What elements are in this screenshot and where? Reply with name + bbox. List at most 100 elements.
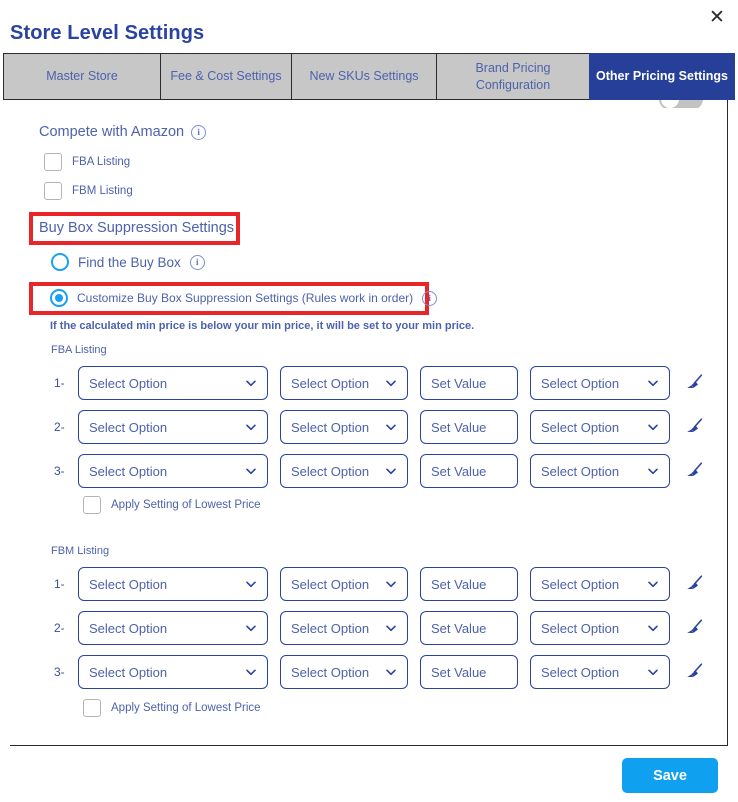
- rule-action-select[interactable]: Select Option: [530, 655, 670, 689]
- broom-icon[interactable]: [680, 614, 708, 642]
- rule-value-input[interactable]: Set Value: [420, 655, 518, 689]
- radio-row-customize-suppression[interactable]: Customize Buy Box Suppression Settings (…: [50, 289, 438, 307]
- rule-value-placeholder: Set Value: [431, 664, 487, 680]
- tab-fee-cost-settings[interactable]: Fee & Cost Settings: [160, 53, 291, 100]
- rule-condition-value: Select Option: [89, 664, 168, 680]
- chevron-down-icon: [385, 465, 397, 477]
- rule-condition-select[interactable]: Select Option: [78, 611, 268, 645]
- checkbox-apply-setting-of-lowest-price-label: Apply Setting of Lowest Price: [111, 702, 261, 714]
- rule-value-input[interactable]: Set Value: [420, 454, 518, 488]
- store-level-settings-modal: ✕ Store Level Settings Master Store Fee …: [0, 0, 738, 802]
- checkbox-apply-setting-of-lowest-price[interactable]: [83, 699, 101, 717]
- broom-icon[interactable]: [680, 457, 708, 485]
- apply-lowest-price-row-fba[interactable]: Apply Setting of Lowest Price: [83, 496, 261, 514]
- rule-condition-select[interactable]: Select Option: [78, 567, 268, 601]
- checkbox-apply-setting-of-lowest-price[interactable]: [83, 496, 101, 514]
- checkbox-fba-listing[interactable]: [44, 153, 62, 171]
- rule-operator-select[interactable]: Select Option: [280, 567, 408, 601]
- rule-operator-select[interactable]: Select Option: [280, 655, 408, 689]
- chevron-down-icon: [647, 622, 659, 634]
- toggle-knob: [661, 100, 679, 108]
- rule-action-value: Select Option: [541, 620, 620, 636]
- rule-operator-value: Select Option: [291, 419, 370, 435]
- chevron-down-icon: [245, 377, 257, 389]
- chevron-down-icon: [385, 578, 397, 590]
- rule-index: 1-: [54, 376, 65, 390]
- rule-condition-select[interactable]: Select Option: [78, 655, 268, 689]
- rule-index: 3-: [54, 464, 65, 478]
- compete-fbm-checkbox-row[interactable]: FBM Listing: [44, 182, 133, 200]
- chevron-down-icon: [647, 377, 659, 389]
- rule-condition-value: Select Option: [89, 419, 168, 435]
- rule-row: 3- Select Option Select Option Set Value…: [54, 454, 708, 488]
- rule-index: 3-: [54, 665, 65, 679]
- radio-find-the-buy-box[interactable]: [51, 253, 69, 271]
- broom-icon[interactable]: [680, 413, 708, 441]
- rule-index: 2-: [54, 621, 65, 635]
- broom-icon[interactable]: [680, 658, 708, 686]
- rule-value-placeholder: Set Value: [431, 576, 487, 592]
- min-price-hint: If the calculated min price is below you…: [50, 320, 475, 332]
- chevron-down-icon: [647, 578, 659, 590]
- compete-with-amazon-label: Compete with Amazon: [39, 124, 185, 140]
- rule-operator-select[interactable]: Select Option: [280, 366, 408, 400]
- rule-condition-select[interactable]: Select Option: [78, 366, 268, 400]
- rule-value-input[interactable]: Set Value: [420, 611, 518, 645]
- chevron-down-icon: [245, 622, 257, 634]
- rule-operator-value: Select Option: [291, 463, 370, 479]
- rule-row: 2- Select Option Select Option Set Value…: [54, 611, 708, 645]
- rule-action-value: Select Option: [541, 664, 620, 680]
- rule-value-placeholder: Set Value: [431, 375, 487, 391]
- rule-row: 3- Select Option Select Option Set Value…: [54, 655, 708, 689]
- rule-action-select[interactable]: Select Option: [530, 410, 670, 444]
- info-icon[interactable]: i: [191, 124, 207, 140]
- radio-row-find-buy-box[interactable]: Find the Buy Box i: [51, 253, 205, 271]
- rule-condition-select[interactable]: Select Option: [78, 454, 268, 488]
- rule-value-placeholder: Set Value: [431, 620, 487, 636]
- chevron-down-icon: [647, 666, 659, 678]
- save-button[interactable]: Save: [622, 758, 718, 793]
- chevron-down-icon: [245, 421, 257, 433]
- rule-action-select[interactable]: Select Option: [530, 454, 670, 488]
- rule-action-value: Select Option: [541, 463, 620, 479]
- chevron-down-icon: [245, 578, 257, 590]
- chevron-down-icon: [245, 666, 257, 678]
- broom-icon[interactable]: [680, 570, 708, 598]
- broom-icon[interactable]: [680, 369, 708, 397]
- rule-operator-value: Select Option: [291, 375, 370, 391]
- apply-lowest-price-row-fbm[interactable]: Apply Setting of Lowest Price: [83, 699, 261, 717]
- rule-row: 1- Select Option Select Option Set Value…: [54, 567, 708, 601]
- rule-action-value: Select Option: [541, 576, 620, 592]
- rule-action-select[interactable]: Select Option: [530, 567, 670, 601]
- rule-operator-select[interactable]: Select Option: [280, 454, 408, 488]
- close-icon[interactable]: ✕: [704, 4, 730, 30]
- tab-new-skus-settings[interactable]: New SKUs Settings: [291, 53, 436, 100]
- rule-value-placeholder: Set Value: [431, 463, 487, 479]
- chevron-down-icon: [245, 465, 257, 477]
- checkbox-fba-listing-label: FBA Listing: [72, 156, 131, 168]
- checkbox-fbm-listing[interactable]: [44, 182, 62, 200]
- rule-action-select[interactable]: Select Option: [530, 611, 670, 645]
- rule-value-input[interactable]: Set Value: [420, 366, 518, 400]
- rule-operator-select[interactable]: Select Option: [280, 611, 408, 645]
- info-icon[interactable]: i: [189, 254, 205, 270]
- rule-operator-select[interactable]: Select Option: [280, 410, 408, 444]
- radio-customize-buy-box-suppression[interactable]: [50, 289, 68, 307]
- rule-row: 2- Select Option Select Option Set Value…: [54, 410, 708, 444]
- rule-operator-value: Select Option: [291, 576, 370, 592]
- checkbox-fbm-listing-label: FBM Listing: [72, 185, 133, 197]
- buy-box-suppression-heading: Buy Box Suppression Settings: [39, 220, 235, 236]
- radio-find-the-buy-box-label: Find the Buy Box: [78, 254, 181, 270]
- rule-action-select[interactable]: Select Option: [530, 366, 670, 400]
- tab-brand-pricing-configuration[interactable]: Brand Pricing Configuration: [436, 53, 589, 100]
- tab-master-store[interactable]: Master Store: [3, 53, 160, 100]
- tab-other-pricing-settings[interactable]: Other Pricing Settings: [589, 53, 735, 100]
- compete-fba-checkbox-row[interactable]: FBA Listing: [44, 153, 130, 171]
- info-icon[interactable]: i: [422, 290, 438, 306]
- rule-value-input[interactable]: Set Value: [420, 567, 518, 601]
- settings-scroll-area[interactable]: Compete with Amazon i FBA Listing FBM Li…: [10, 100, 728, 745]
- clipped-setting-toggle[interactable]: [659, 100, 703, 108]
- rule-condition-select[interactable]: Select Option: [78, 410, 268, 444]
- rule-value-input[interactable]: Set Value: [420, 410, 518, 444]
- chevron-down-icon: [647, 465, 659, 477]
